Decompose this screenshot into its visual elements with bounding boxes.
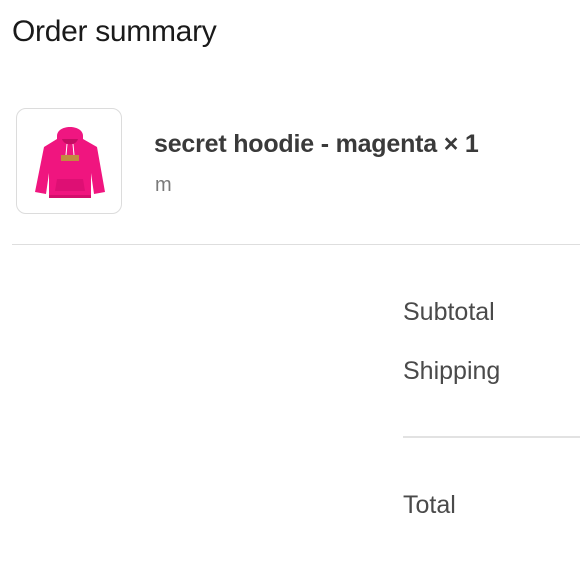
- total-label: Total: [403, 491, 456, 519]
- order-summary-panel: Order summary secret hoodie - magenta × …: [0, 0, 580, 580]
- shipping-label: Shipping: [403, 357, 501, 385]
- hoodie-icon: [35, 127, 105, 198]
- subtotal-label: Subtotal: [403, 298, 495, 326]
- line-item-variant: m: [155, 174, 172, 196]
- order-summary-heading: Order summary: [12, 15, 217, 48]
- divider: [12, 244, 580, 245]
- line-item: secret hoodie - magenta × 1 m: [16, 108, 576, 218]
- product-thumbnail: [16, 108, 122, 214]
- total-divider: [403, 436, 580, 438]
- line-item-title: secret hoodie - magenta × 1: [154, 130, 479, 158]
